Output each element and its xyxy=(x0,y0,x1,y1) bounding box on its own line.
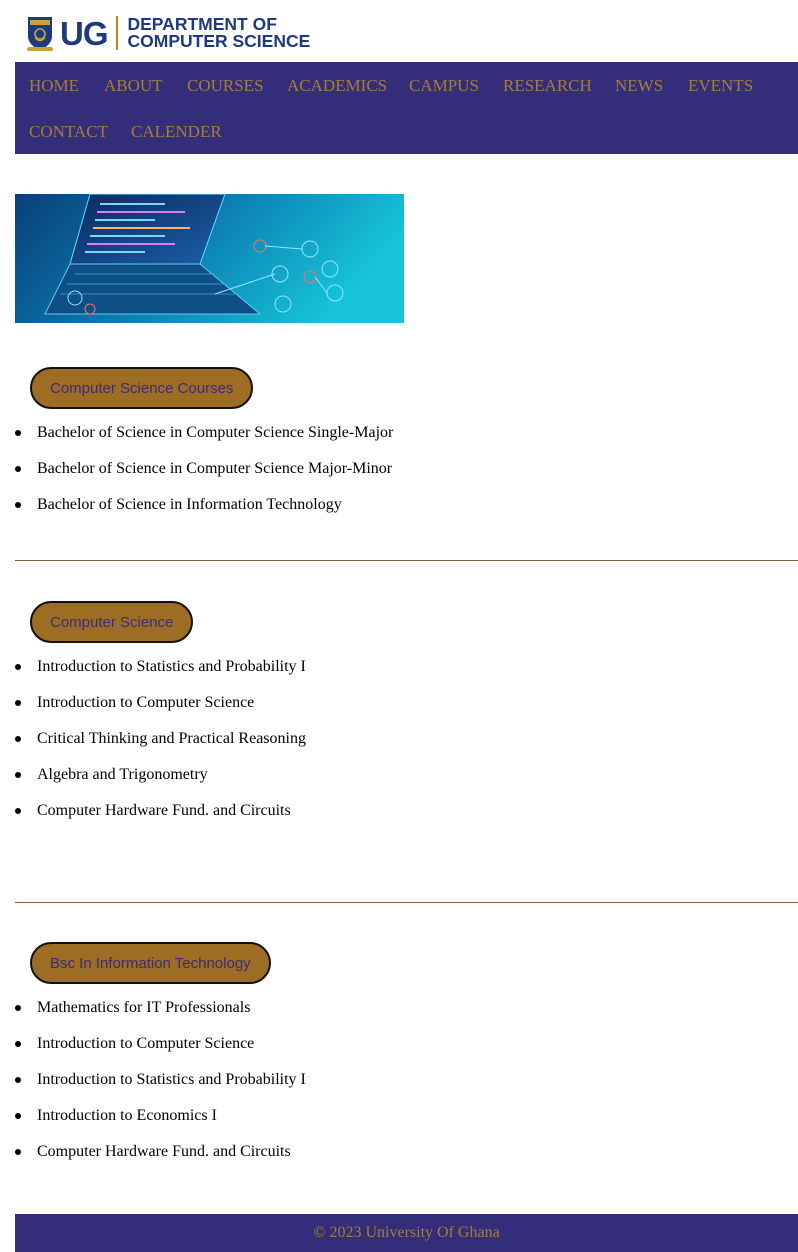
department-line-2: COMPUTER SCIENCE xyxy=(127,31,311,51)
nav-item-research[interactable]: RESEARCH xyxy=(503,77,592,94)
list-item: Introduction to Economics I xyxy=(0,1108,306,1144)
nav-item-news[interactable]: NEWS xyxy=(615,77,663,94)
site-logo[interactable]: UG DEPARTMENT OF COMPUTER SCIENCE xyxy=(26,13,310,53)
list-item: Computer Hardware Fund. and Circuits xyxy=(0,803,306,839)
degree-programs-list: Bachelor of Science in Computer Science … xyxy=(0,425,393,533)
nav-item-academics[interactable]: ACADEMICS xyxy=(287,77,387,94)
list-item: Computer Hardware Fund. and Circuits xyxy=(0,1144,306,1180)
laptop-banner-image xyxy=(15,194,404,323)
nav-item-events[interactable]: EVENTS xyxy=(688,77,753,94)
list-item: Introduction to Statistics and Probabili… xyxy=(0,1072,306,1108)
list-item: Introduction to Computer Science xyxy=(0,695,306,731)
list-item: Introduction to Statistics and Probabili… xyxy=(0,659,306,695)
nav-item-about[interactable]: ABOUT xyxy=(104,77,163,94)
list-item: Bachelor of Science in Computer Science … xyxy=(0,425,393,461)
list-item: Introduction to Computer Science xyxy=(0,1036,306,1072)
university-crest-icon xyxy=(27,17,53,51)
computer-science-button[interactable]: Computer Science xyxy=(30,601,194,643)
computer-science-course-list: Introduction to Statistics and Probabili… xyxy=(0,659,306,839)
logo-divider xyxy=(115,16,118,50)
page-footer: © 2023 University Of Ghana xyxy=(15,1214,798,1252)
computer-science-courses-button[interactable]: Computer Science Courses xyxy=(30,367,254,409)
department-name: DEPARTMENT OF COMPUTER SCIENCE xyxy=(127,15,311,51)
nav-item-home[interactable]: HOME xyxy=(29,77,79,94)
nav-item-courses[interactable]: COURSES xyxy=(187,77,264,94)
nav-item-campus[interactable]: CAMPUS xyxy=(409,77,479,94)
brand-short: UG xyxy=(60,14,108,52)
list-item: Critical Thinking and Practical Reasonin… xyxy=(0,731,306,767)
copyright-text: © 2023 University Of Ghana xyxy=(313,1224,500,1241)
list-item: Bachelor of Science in Information Techn… xyxy=(0,497,393,533)
list-item: Mathematics for IT Professionals xyxy=(0,1000,306,1036)
section-divider xyxy=(15,902,798,903)
list-item: Bachelor of Science in Computer Science … xyxy=(0,461,393,497)
main-nav: HOME ABOUT COURSES ACADEMICS CAMPUS RESE… xyxy=(15,62,798,154)
list-item: Algebra and Trigonometry xyxy=(0,767,306,803)
nav-item-contact[interactable]: CONTACT xyxy=(29,123,108,140)
information-technology-course-list: Mathematics for IT Professionals Introdu… xyxy=(0,1000,306,1180)
nav-item-calender[interactable]: CALENDER xyxy=(131,123,222,140)
bsc-information-technology-button[interactable]: Bsc In Information Technology xyxy=(30,942,271,984)
section-divider xyxy=(15,560,798,561)
